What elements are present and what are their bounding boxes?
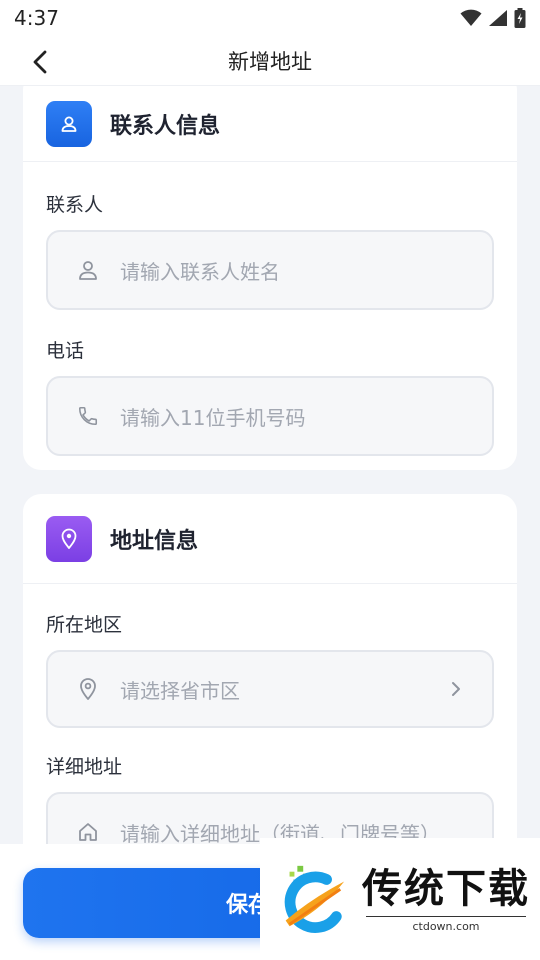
signal-icon — [489, 10, 507, 26]
location-pin-icon — [76, 677, 100, 701]
phone-icon — [76, 404, 100, 428]
contact-info-card: 联系人信息 联系人 请输入联系人姓名 电话 请输入11位手机号码 — [23, 86, 517, 470]
detail-address-label: 详细地址 — [46, 756, 123, 778]
chevron-right-icon — [450, 680, 462, 698]
status-icons — [460, 8, 526, 28]
status-bar: 4:37 — [0, 0, 540, 36]
location-pin-icon — [61, 528, 77, 549]
watermark-text: 传统下载 ctdown.com — [362, 866, 530, 933]
back-button[interactable] — [28, 49, 54, 75]
region-selector[interactable]: 请选择省市区 — [46, 650, 494, 728]
contact-badge — [46, 100, 92, 147]
contact-card-title: 联系人信息 — [110, 113, 221, 139]
contact-name-label: 联系人 — [46, 194, 104, 216]
ctdown-logo-icon — [284, 865, 345, 933]
home-icon — [76, 820, 100, 844]
address-card-header: 地址信息 — [23, 494, 517, 584]
region-placeholder: 请选择省市区 — [120, 678, 240, 703]
watermark-domain: ctdown.com — [366, 915, 526, 933]
wifi-icon — [460, 9, 482, 26]
address-card-title: 地址信息 — [110, 528, 199, 554]
contact-name-placeholder: 请输入联系人姓名 — [120, 259, 280, 284]
status-time: 4:37 — [14, 6, 59, 30]
phone-label: 电话 — [46, 340, 85, 362]
back-arrow-icon — [33, 50, 47, 74]
phone-input[interactable]: 请输入11位手机号码 — [46, 376, 494, 456]
watermark-overlay: 传统下载 ctdown.com — [260, 838, 540, 960]
watermark-brand: 传统下载 — [362, 865, 530, 912]
person-icon — [76, 258, 100, 282]
contact-card-header: 联系人信息 — [23, 86, 517, 162]
app-bar: 新增地址 — [0, 36, 540, 86]
contact-name-input[interactable]: 请输入联系人姓名 — [46, 230, 494, 310]
form-scroll-area[interactable]: 联系人信息 联系人 请输入联系人姓名 电话 请输入11位手机号码 地址信息 所在… — [0, 86, 540, 844]
address-info-card: 地址信息 所在地区 请选择省市区 详细地址 请输入详细地址（街道、门牌号等） — [23, 494, 517, 844]
address-badge — [46, 515, 92, 562]
detail-address-input[interactable]: 请输入详细地址（街道、门牌号等） — [46, 792, 494, 844]
phone-placeholder: 请输入11位手机号码 — [120, 405, 306, 430]
page-title: 新增地址 — [228, 49, 312, 74]
battery-icon — [514, 8, 526, 28]
person-icon — [61, 116, 77, 132]
region-label: 所在地区 — [46, 614, 123, 636]
